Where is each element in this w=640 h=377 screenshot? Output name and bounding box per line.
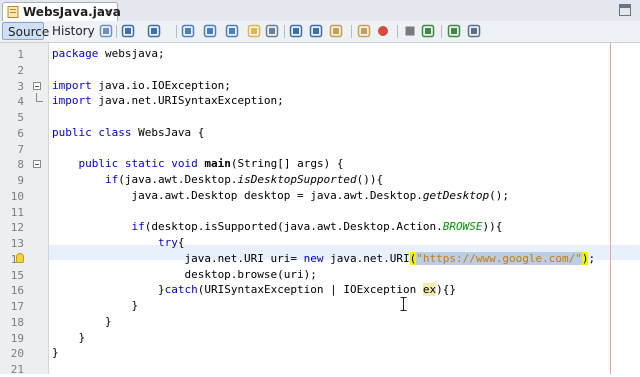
toolbar-separator <box>441 25 442 38</box>
toggle-highlight-icon[interactable] <box>247 24 261 38</box>
line-number: 6 <box>17 126 24 140</box>
code-text: } <box>52 299 139 312</box>
next-bookmark-icon[interactable] <box>421 24 435 38</box>
line-number: 7 <box>17 142 24 156</box>
code-text: public class WebsJava { <box>52 125 205 139</box>
code-line[interactable]: 12 if(desktop.isSupported(java.awt.Deskt… <box>0 219 640 235</box>
fold-toggle-icon[interactable] <box>33 160 41 169</box>
code-line[interactable]: 13 try{ <box>0 235 640 251</box>
code-line[interactable]: 5 <box>0 109 640 125</box>
code-line[interactable]: 19 } <box>0 330 640 346</box>
line-number: 1 <box>17 48 24 61</box>
shift-left-icon[interactable] <box>289 24 303 38</box>
code-line[interactable]: 8 public static void main(String[] args)… <box>0 156 640 172</box>
code-line[interactable]: 18 } <box>0 314 640 330</box>
text-cursor-icon <box>400 297 407 311</box>
code-line[interactable]: 11 <box>0 204 640 220</box>
maximize-window-icon[interactable] <box>619 4 631 16</box>
code-text: } <box>52 330 86 344</box>
line-number: 9 <box>17 174 24 187</box>
code-line[interactable]: 6 public class WebsJava { <box>0 125 640 141</box>
line-number: 4 <box>17 95 24 109</box>
previous-bookmark-icon[interactable] <box>447 24 461 38</box>
code-line[interactable]: 20} <box>0 345 640 361</box>
code-text: import java.net.URISyntaxException; <box>52 94 284 108</box>
code-line[interactable]: 2 <box>0 62 640 78</box>
code-text: desktop.browse(uri); <box>52 267 317 281</box>
code-text: } <box>52 314 112 328</box>
line-number: 20 <box>10 347 24 361</box>
code-line[interactable]: 15 desktop.browse(uri); <box>0 267 640 283</box>
toolbar-separator <box>116 25 117 38</box>
line-number: 12 <box>10 221 24 235</box>
line-number: 18 <box>10 315 24 329</box>
fold-toggle-icon[interactable] <box>33 81 41 90</box>
source-tab[interactable]: Source <box>2 22 49 40</box>
history-tab[interactable]: History <box>47 22 95 40</box>
last-edit-icon[interactable] <box>99 24 113 38</box>
forward-icon[interactable] <box>147 24 161 38</box>
line-number: 15 <box>10 268 24 282</box>
code-line[interactable]: 17 } <box>0 298 640 314</box>
code-text: if(java.awt.Desktop.isDesktopSupported()… <box>104 173 384 186</box>
code-text: import java.io.IOException; <box>52 78 231 92</box>
find-previous-icon[interactable] <box>203 24 217 38</box>
line-number: 8 <box>17 158 24 172</box>
toolbar-separator <box>284 25 285 38</box>
code-text: public static void main(String[] args) { <box>78 157 344 171</box>
line-number: 11 <box>10 205 24 219</box>
toolbar-separator <box>397 25 398 38</box>
stop-macro-icon[interactable] <box>403 24 417 38</box>
code-text: java.net.URI uri= new java.net.URI("http… <box>52 251 596 265</box>
code-line[interactable]: 3 import java.io.IOException; <box>0 78 640 94</box>
code-text: } <box>52 346 59 360</box>
editor-toolbar: Source History <box>0 21 640 43</box>
code-line[interactable]: 7 <box>0 141 640 157</box>
fold-end-marker <box>36 93 43 103</box>
line-number: 17 <box>10 300 24 313</box>
java-file-icon <box>7 6 19 18</box>
code-editor[interactable]: 1 package websjava; 2 3 import java.io.IOExc… <box>0 43 640 377</box>
code-line[interactable]: 10 java.awt.Desktop desktop = java.awt.D… <box>0 188 640 204</box>
line-number: 13 <box>10 237 24 250</box>
code-line[interactable]: 9 if(java.awt.Desktop.isDesktopSupported… <box>0 172 640 188</box>
line-number: 2 <box>17 63 24 77</box>
toolbar-separator <box>176 25 177 38</box>
toggle-rectangular-icon[interactable] <box>265 24 279 38</box>
start-macro-icon[interactable] <box>376 24 390 38</box>
code-line[interactable]: 1 package websjava; <box>0 46 640 62</box>
file-tab-webs-java[interactable]: WebsJava.java × <box>2 2 121 21</box>
code-text: try{ <box>157 236 185 249</box>
find-selection-icon[interactable] <box>181 24 195 38</box>
lightbulb-hint-icon[interactable] <box>16 252 24 263</box>
code-line[interactable]: 21 <box>0 361 640 377</box>
code-text: java.awt.Desktop desktop = java.awt.Desk… <box>52 188 509 202</box>
toolbar-separator <box>351 25 352 38</box>
editor-tab-strip: WebsJava.java × <box>0 0 640 22</box>
toggle-bookmark-icon[interactable] <box>467 24 481 38</box>
code-line[interactable]: 14 java.net.URI uri= new java.net.URI("h… <box>0 251 640 267</box>
line-number: 19 <box>10 331 24 345</box>
shift-right-icon[interactable] <box>309 24 323 38</box>
code-line[interactable]: 16 }catch(URISyntaxException | IOExcepti… <box>0 282 640 298</box>
close-tab-icon[interactable]: × <box>104 5 113 18</box>
code-text: package websjava; <box>52 47 165 60</box>
line-number: 21 <box>10 363 24 376</box>
code-text: }catch(URISyntaxException | IOException … <box>52 283 457 297</box>
code-text: if(desktop.isSupported(java.awt.Desktop.… <box>131 220 503 234</box>
back-icon[interactable] <box>121 24 135 38</box>
line-number: 3 <box>17 79 24 93</box>
find-next-icon[interactable] <box>225 24 239 38</box>
comment-icon[interactable] <box>329 24 343 38</box>
line-number: 16 <box>10 284 24 298</box>
code-line[interactable]: 4 import java.net.URISyntaxException; <box>0 93 640 109</box>
line-number: 10 <box>10 189 24 203</box>
line-number: 5 <box>17 111 24 124</box>
uncomment-icon[interactable] <box>357 24 371 38</box>
